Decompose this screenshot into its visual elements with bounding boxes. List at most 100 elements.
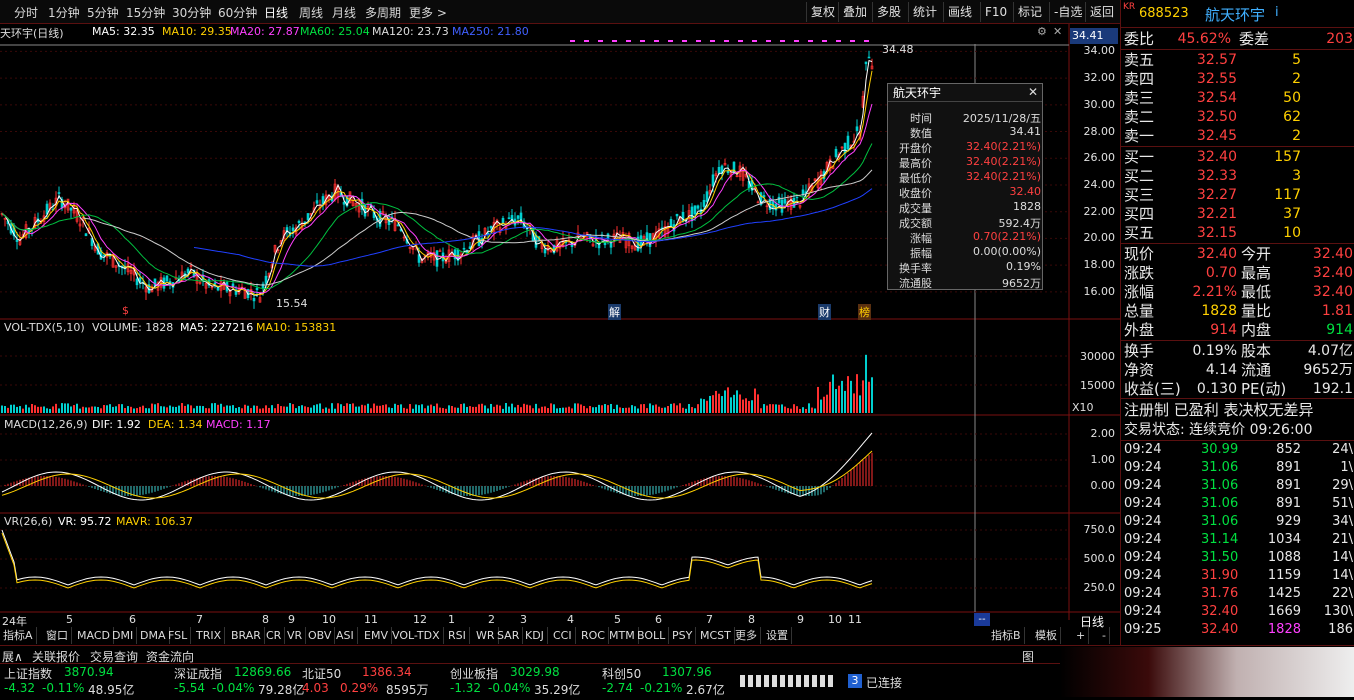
index-item[interactable]: 北证50 1386.34 4.03 0.29% 8595万 xyxy=(302,665,452,699)
macd-bar xyxy=(61,478,63,486)
orderbook-row[interactable]: 买三 32.27 117 xyxy=(1121,186,1354,204)
expand-tab[interactable]: 展∧ xyxy=(2,648,23,665)
tick-d: 24\ xyxy=(1332,442,1353,457)
finance-event-marker[interactable]: 财 xyxy=(818,304,831,320)
tooltip-key: 流通股 xyxy=(899,277,932,290)
indicator-tab[interactable]: 更多 xyxy=(732,627,761,644)
indicator-b-button[interactable]: 指标B xyxy=(988,627,1025,644)
volume-bar xyxy=(208,408,210,413)
candle-body xyxy=(675,213,679,217)
macd-bar xyxy=(163,486,165,489)
related-quotes-tab[interactable]: 关联报价 xyxy=(32,648,80,665)
orderbook-row[interactable]: 卖二 32.50 62 xyxy=(1121,108,1354,126)
index-item[interactable]: 科创50 1307.96 -2.74 -0.21% 2.67亿 xyxy=(602,665,752,699)
orderbook-row[interactable]: 卖五 32.57 5 xyxy=(1121,51,1354,69)
month-label: 9 xyxy=(797,613,804,626)
indicator-tab[interactable]: BOLL xyxy=(634,627,670,644)
indicator-tab[interactable]: CCI xyxy=(550,627,576,644)
indicator-tab[interactable]: DMI xyxy=(109,627,138,644)
macd-bar xyxy=(244,481,246,486)
volume-bar xyxy=(115,406,117,413)
weibi-label: 委比 xyxy=(1124,30,1155,48)
volume-bar xyxy=(697,404,699,413)
volume-bar xyxy=(235,408,237,413)
connection-status[interactable]: 已连接 xyxy=(866,674,902,691)
vol-volume: VOLUME: 1828 xyxy=(92,321,174,334)
indicator-tab[interactable]: BRAR xyxy=(228,627,265,644)
macd-bar xyxy=(517,483,519,486)
orderbook-row[interactable]: 买一 32.40 157 xyxy=(1121,148,1354,166)
indicator-tab[interactable]: ROC xyxy=(578,627,609,644)
s-event-marker[interactable]: $ xyxy=(122,304,129,317)
quote-stat-row: 外盘 914 内盘 914 xyxy=(1121,321,1354,339)
month-label: 11 xyxy=(848,613,862,626)
macd-bar xyxy=(625,486,627,496)
indicator-tab[interactable]: KDJ xyxy=(522,627,548,644)
chart-toggle-icon[interactable]: 图 xyxy=(1022,648,1034,665)
volume-bar xyxy=(685,408,687,413)
indicator-tab[interactable]: SAR xyxy=(494,627,524,644)
volume-bar xyxy=(256,405,258,413)
orderbook-row[interactable]: 卖四 32.55 2 xyxy=(1121,70,1354,88)
signal-mark xyxy=(710,40,715,42)
index-chg: -1.32 xyxy=(450,681,482,695)
template-button[interactable]: 模板 xyxy=(1032,627,1061,644)
indicator-tab[interactable]: MCST xyxy=(697,627,735,644)
tooltip-close-icon[interactable]: ✕ xyxy=(1028,85,1038,99)
indicator-tab[interactable]: RSI xyxy=(445,627,470,644)
indicator-tab[interactable]: 窗口 xyxy=(43,627,72,644)
volume-bar xyxy=(406,408,408,413)
macd-axis-0: 0.00 xyxy=(1090,479,1116,492)
orderbook-price: 32.57 xyxy=(1196,52,1237,68)
indicator-tab[interactable]: TRIX xyxy=(193,627,226,644)
indicator-tab[interactable]: FSL xyxy=(165,627,192,644)
fund-flow-tab[interactable]: 资金流向 xyxy=(146,648,194,665)
orderbook-volume: 2 xyxy=(1292,128,1301,144)
candle-body xyxy=(696,205,700,209)
indicator-tab[interactable]: EMV xyxy=(361,627,392,644)
orderbook-row[interactable]: 卖三 32.54 50 xyxy=(1121,89,1354,107)
volume-bar xyxy=(265,405,267,413)
remove-panel-button[interactable]: - xyxy=(1099,627,1110,644)
indicator-tab[interactable]: MACD xyxy=(74,627,114,644)
indicator-tab[interactable]: VR xyxy=(284,627,307,644)
orderbook-row[interactable]: 买二 32.33 3 xyxy=(1121,167,1354,185)
ranking-event-marker[interactable]: 榜 xyxy=(858,304,871,320)
indicator-tab[interactable]: CR xyxy=(263,627,286,644)
tick-v: 1034 xyxy=(1267,532,1301,547)
unlock-event-marker[interactable]: 解 xyxy=(608,304,621,320)
quote-stat2-l2: 流通 xyxy=(1241,361,1272,379)
candle-body xyxy=(867,56,871,59)
indicator-tab[interactable]: ASI xyxy=(333,627,358,644)
index-item[interactable]: 创业板指 3029.98 -1.32 -0.04% 35.29亿 xyxy=(450,665,600,699)
orderbook-row[interactable]: 买四 32.21 37 xyxy=(1121,205,1354,223)
volume-bar xyxy=(109,404,111,413)
index-chg: -2.74 xyxy=(602,681,634,695)
volume-bar xyxy=(433,406,435,413)
candle-body xyxy=(669,219,673,227)
index-item[interactable]: 上证指数 3870.94 -4.32 -0.11% 48.95亿 xyxy=(4,665,154,699)
info-icon[interactable]: i xyxy=(1275,5,1279,20)
macd-bar xyxy=(748,480,750,486)
macd-bar xyxy=(349,482,351,486)
tooltip-value: 0.19% xyxy=(1006,260,1041,273)
orderbook-row[interactable]: 卖一 32.45 2 xyxy=(1121,127,1354,145)
orderbook-row[interactable]: 买五 32.15 10 xyxy=(1121,224,1354,242)
tooltip-row: 最低价 32.40(2.21%) xyxy=(888,170,1044,185)
volume-bar xyxy=(31,403,33,413)
tick-row: 09:24 31.50 1088 14\ xyxy=(1121,550,1354,568)
volume-bar xyxy=(748,400,750,413)
indicator-tab[interactable]: 指标A xyxy=(0,627,37,644)
indicator-tab[interactable]: VOL-TDX xyxy=(389,627,444,644)
low-price-marker: 15.54 xyxy=(276,297,308,310)
indicator-tab[interactable]: OBV xyxy=(305,627,336,644)
volume-bar xyxy=(118,404,120,413)
tick-t: 09:24 xyxy=(1124,514,1162,529)
volume-bar xyxy=(358,406,360,413)
stock-name[interactable]: 航天环宇 xyxy=(1205,4,1265,25)
trade-query-tab[interactable]: 交易查询 xyxy=(90,648,138,665)
indicator-tab[interactable]: PSY xyxy=(669,627,697,644)
volume-bar xyxy=(280,406,282,413)
indicator-tab[interactable]: 设置 xyxy=(763,627,792,644)
add-panel-button[interactable]: + xyxy=(1073,627,1090,644)
